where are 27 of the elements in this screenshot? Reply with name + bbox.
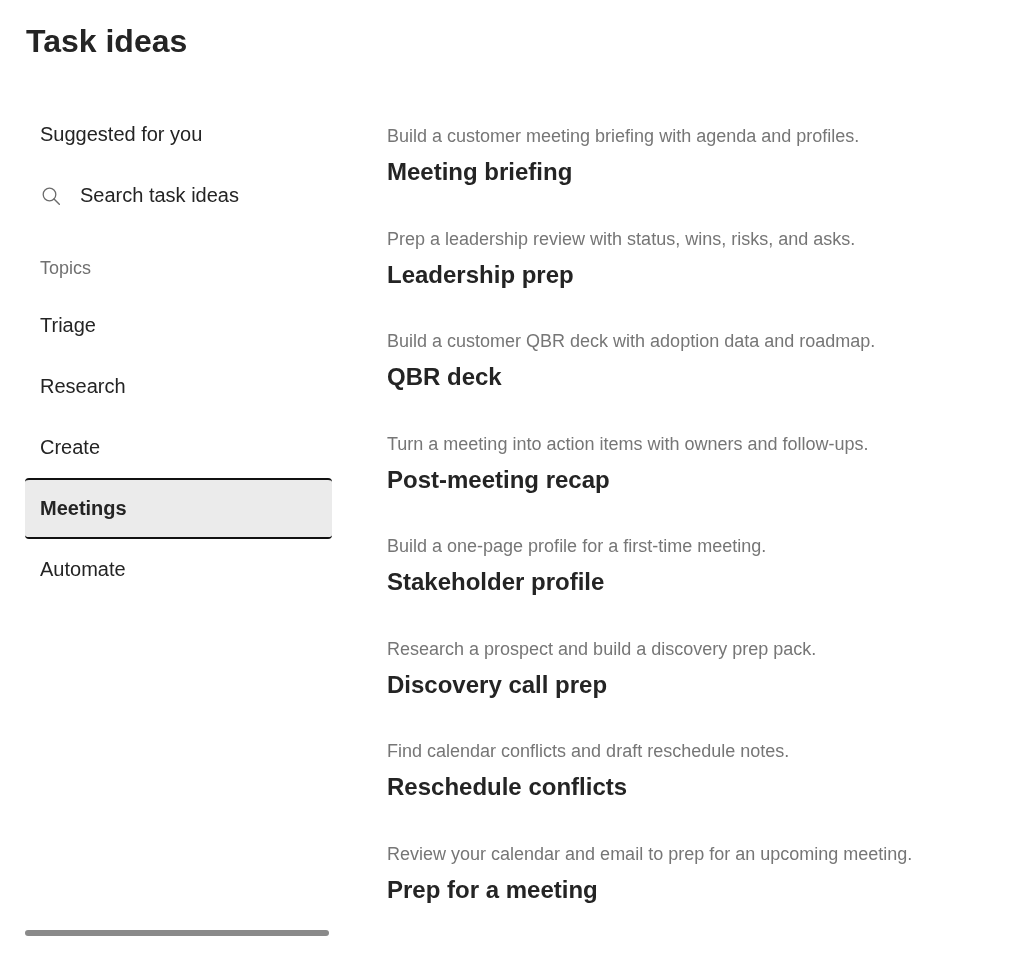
idea-description: Build a customer QBR deck with adoption data and roadmap. — [387, 330, 876, 353]
idea-description: Build a customer meeting briefing with agenda and profiles. — [387, 125, 860, 148]
idea-title[interactable]: Leadership prep — [387, 258, 574, 291]
idea-description: Find calendar conflicts and draft reschedule notes. — [387, 740, 790, 763]
idea-description: Prep a leadership review with status, wins, risks, and asks. — [387, 227, 856, 251]
idea-description: Research a prospect and build a discovery prep pack. — [387, 637, 817, 661]
idea-description: Turn a meeting into action items with owners and follow-ups. — [387, 432, 869, 456]
topic-nav-item[interactable]: Triage — [25, 295, 332, 356]
idea-title[interactable]: Prep for a meeting — [387, 873, 598, 906]
search-nav-item[interactable]: Search task ideas — [25, 165, 332, 226]
topics-heading: Topics — [40, 257, 92, 280]
topic-nav-item[interactable]: Automate — [25, 539, 332, 600]
idea-description: Review your calendar and email to prep for an upcoming meeting. — [387, 842, 913, 866]
idea-title[interactable]: QBR deck — [387, 361, 502, 393]
idea-title[interactable]: Meeting briefing — [387, 156, 573, 188]
idea-title[interactable]: Stakeholder profile — [387, 566, 605, 598]
idea-title[interactable]: Discovery call prep — [387, 668, 608, 701]
suggested-nav-item[interactable]: Suggested for you — [25, 104, 332, 165]
topic-nav-item[interactable]: Meetings — [25, 478, 332, 539]
search-icon — [42, 186, 60, 205]
topic-nav-item[interactable]: Research — [25, 356, 332, 417]
idea-title[interactable]: Reschedule conflicts — [387, 771, 628, 803]
page-title: Task ideas — [26, 22, 188, 61]
scrollbar-thumb[interactable] — [25, 930, 329, 936]
idea-description: Build a one-page profile for a first-time meeting. — [387, 535, 767, 558]
topic-nav-item[interactable]: Create — [25, 417, 332, 478]
idea-title[interactable]: Post-meeting recap — [387, 463, 610, 496]
